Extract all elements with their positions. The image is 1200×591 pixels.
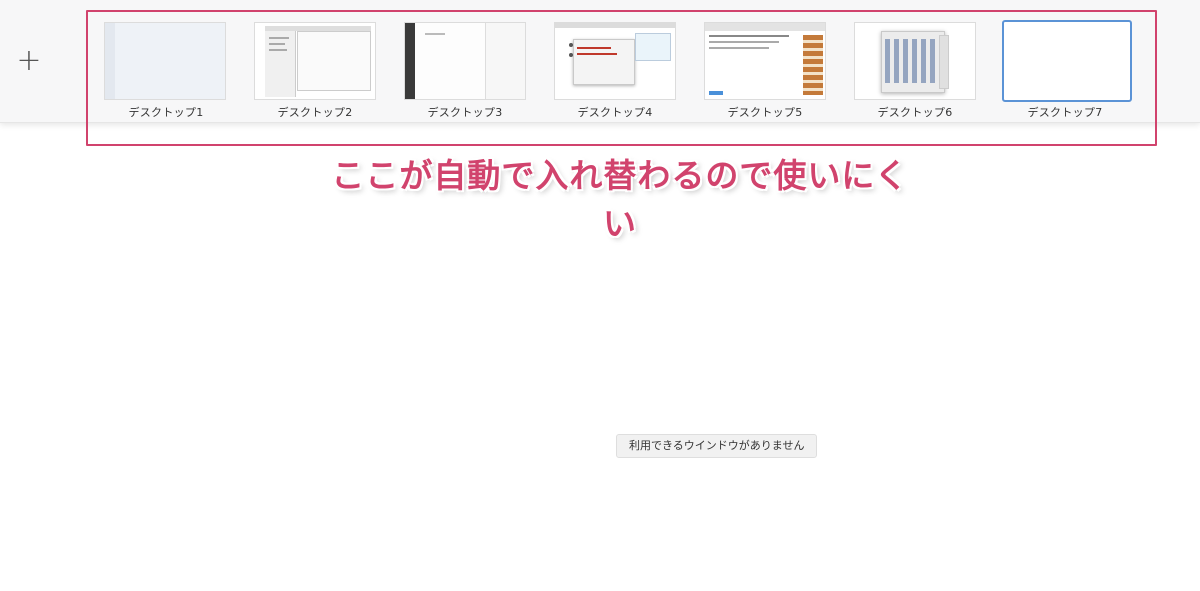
no-windows-message: 利用できるウインドウがありません bbox=[616, 434, 818, 458]
add-desktop-button[interactable]: + bbox=[14, 46, 44, 76]
plus-icon: + bbox=[16, 43, 42, 78]
annotation-text: ここが自動で入れ替わるので使いにくい bbox=[331, 156, 909, 243]
annotation-highlight-box bbox=[86, 10, 1157, 146]
